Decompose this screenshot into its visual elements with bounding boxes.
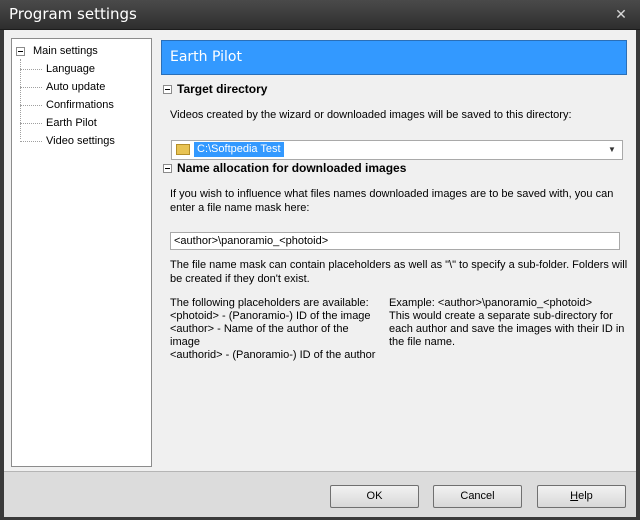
tree-connector: [20, 86, 42, 88]
example-line: This would create a separate sub-directo…: [389, 310, 613, 322]
placeholder-line: <authorid> - (Panoramio-) ID of the auth…: [170, 349, 376, 361]
directory-dropdown[interactable]: C:\Softpedia Test ▼: [171, 140, 623, 160]
tree-item-video-settings[interactable]: Video settings: [20, 133, 117, 149]
panel-header: Earth Pilot: [161, 40, 627, 75]
folder-icon: [176, 144, 190, 155]
tree-connector: [20, 104, 42, 106]
window-title: Program settings: [9, 5, 137, 23]
close-icon[interactable]: ✕: [612, 5, 630, 23]
section-target-directory[interactable]: Target directory: [163, 81, 267, 97]
tree-item-label: Auto update: [46, 81, 106, 93]
mask-note-line1: The file name mask can contain placehold…: [170, 259, 628, 271]
tree-item-label: Language: [46, 63, 95, 75]
section-title: Name allocation for downloaded images: [177, 161, 407, 175]
placeholder-line: <photoid> - (Panoramio-) ID of the image: [170, 310, 371, 322]
placeholder-line: The following placeholders are available…: [170, 297, 369, 309]
tree-item-label: Video settings: [46, 135, 115, 147]
mask-note-line2: be created if they don't exist.: [170, 273, 310, 285]
minus-box-icon[interactable]: [163, 163, 172, 173]
directory-value: C:\Softpedia Test: [194, 142, 284, 157]
section-title: Target directory: [177, 82, 268, 96]
settings-panel: Earth Pilot Target directory Videos crea…: [159, 38, 630, 465]
tree-connector: [20, 122, 42, 124]
button-bar: OK Cancel Help: [4, 471, 636, 517]
chevron-down-icon[interactable]: ▼: [607, 143, 617, 157]
file-mask-input[interactable]: [170, 232, 620, 250]
example-line: the file name.: [389, 336, 456, 348]
example-line: Example: <author>\panoramio_<photoid>: [389, 297, 593, 309]
help-button[interactable]: Help: [537, 485, 626, 508]
tree-item-confirmations[interactable]: Confirmations: [20, 97, 116, 113]
placeholders-list: The following placeholders are available…: [170, 297, 375, 362]
help-accelerator: H: [570, 490, 579, 502]
tree-item-auto-update[interactable]: Auto update: [20, 79, 107, 95]
mask-intro-line1: If you wish to influence what files name…: [170, 188, 614, 200]
tree-root-label: Main settings: [33, 45, 98, 57]
help-label: elp: [578, 490, 593, 502]
tree-connector: [20, 140, 42, 142]
ok-button[interactable]: OK: [330, 485, 419, 508]
minus-box-icon[interactable]: [163, 84, 172, 94]
section-name-allocation[interactable]: Name allocation for downloaded images: [163, 160, 406, 176]
collapse-icon[interactable]: [16, 46, 25, 56]
placeholder-line: <author> - Name of the author of the: [170, 323, 349, 335]
tree-item-language[interactable]: Language: [20, 61, 97, 77]
dialog-client: Main settings Language Auto update Confi…: [4, 30, 636, 517]
tree-root[interactable]: Main settings: [16, 43, 100, 59]
target-description: Videos created by the wizard or download…: [170, 109, 572, 121]
mask-intro-line2: enter a file name mask here:: [170, 202, 310, 214]
panel-title: Earth Pilot: [170, 49, 242, 65]
example-text: Example: <author>\panoramio_<photoid> Th…: [389, 297, 624, 349]
placeholder-line: image: [170, 336, 200, 348]
tree-item-label: Confirmations: [46, 99, 114, 111]
tree-connector: [20, 68, 42, 70]
tree-item-label: Earth Pilot: [46, 117, 97, 129]
tree-item-earth-pilot[interactable]: Earth Pilot: [20, 115, 99, 131]
title-bar: Program settings ✕: [0, 0, 640, 30]
cancel-button[interactable]: Cancel: [433, 485, 522, 508]
settings-tree: Main settings Language Auto update Confi…: [11, 38, 152, 467]
example-line: each author and save the images with the…: [389, 323, 625, 335]
